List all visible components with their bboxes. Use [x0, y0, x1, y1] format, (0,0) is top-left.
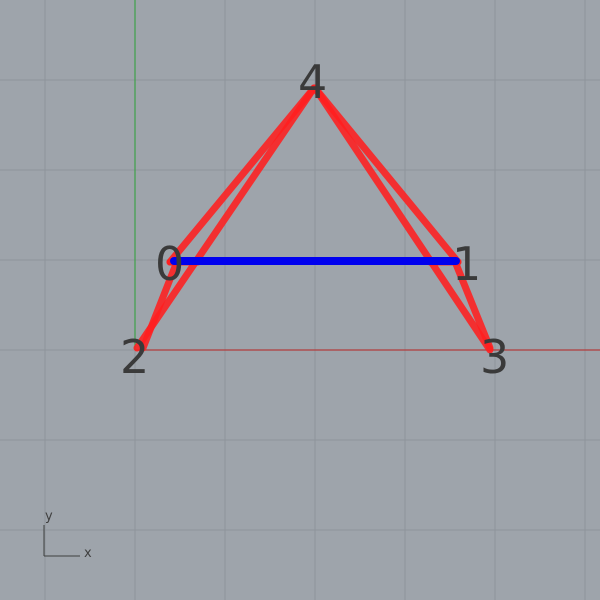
- vertex-label-2: 2: [120, 330, 149, 384]
- vertex-label-1: 1: [452, 237, 481, 291]
- edge-0-to-4: [166, 84, 318, 266]
- vertex-label-0: 0: [155, 237, 184, 291]
- axis-indicator-y-label: y: [45, 509, 53, 524]
- viewport-canvas: 0 1 2 3 4 y x: [0, 0, 600, 600]
- vertex-label-3: 3: [480, 330, 509, 384]
- axis-indicator-x-label: x: [84, 546, 92, 561]
- edge-3-to-4: [311, 84, 494, 354]
- red-edges: [133, 84, 494, 354]
- vertex-label-4: 4: [298, 55, 327, 109]
- edge-1-to-4: [311, 84, 462, 266]
- axis-indicator: y x: [43, 509, 92, 561]
- viewport-3d[interactable]: 0 1 2 3 4 y x: [0, 0, 600, 600]
